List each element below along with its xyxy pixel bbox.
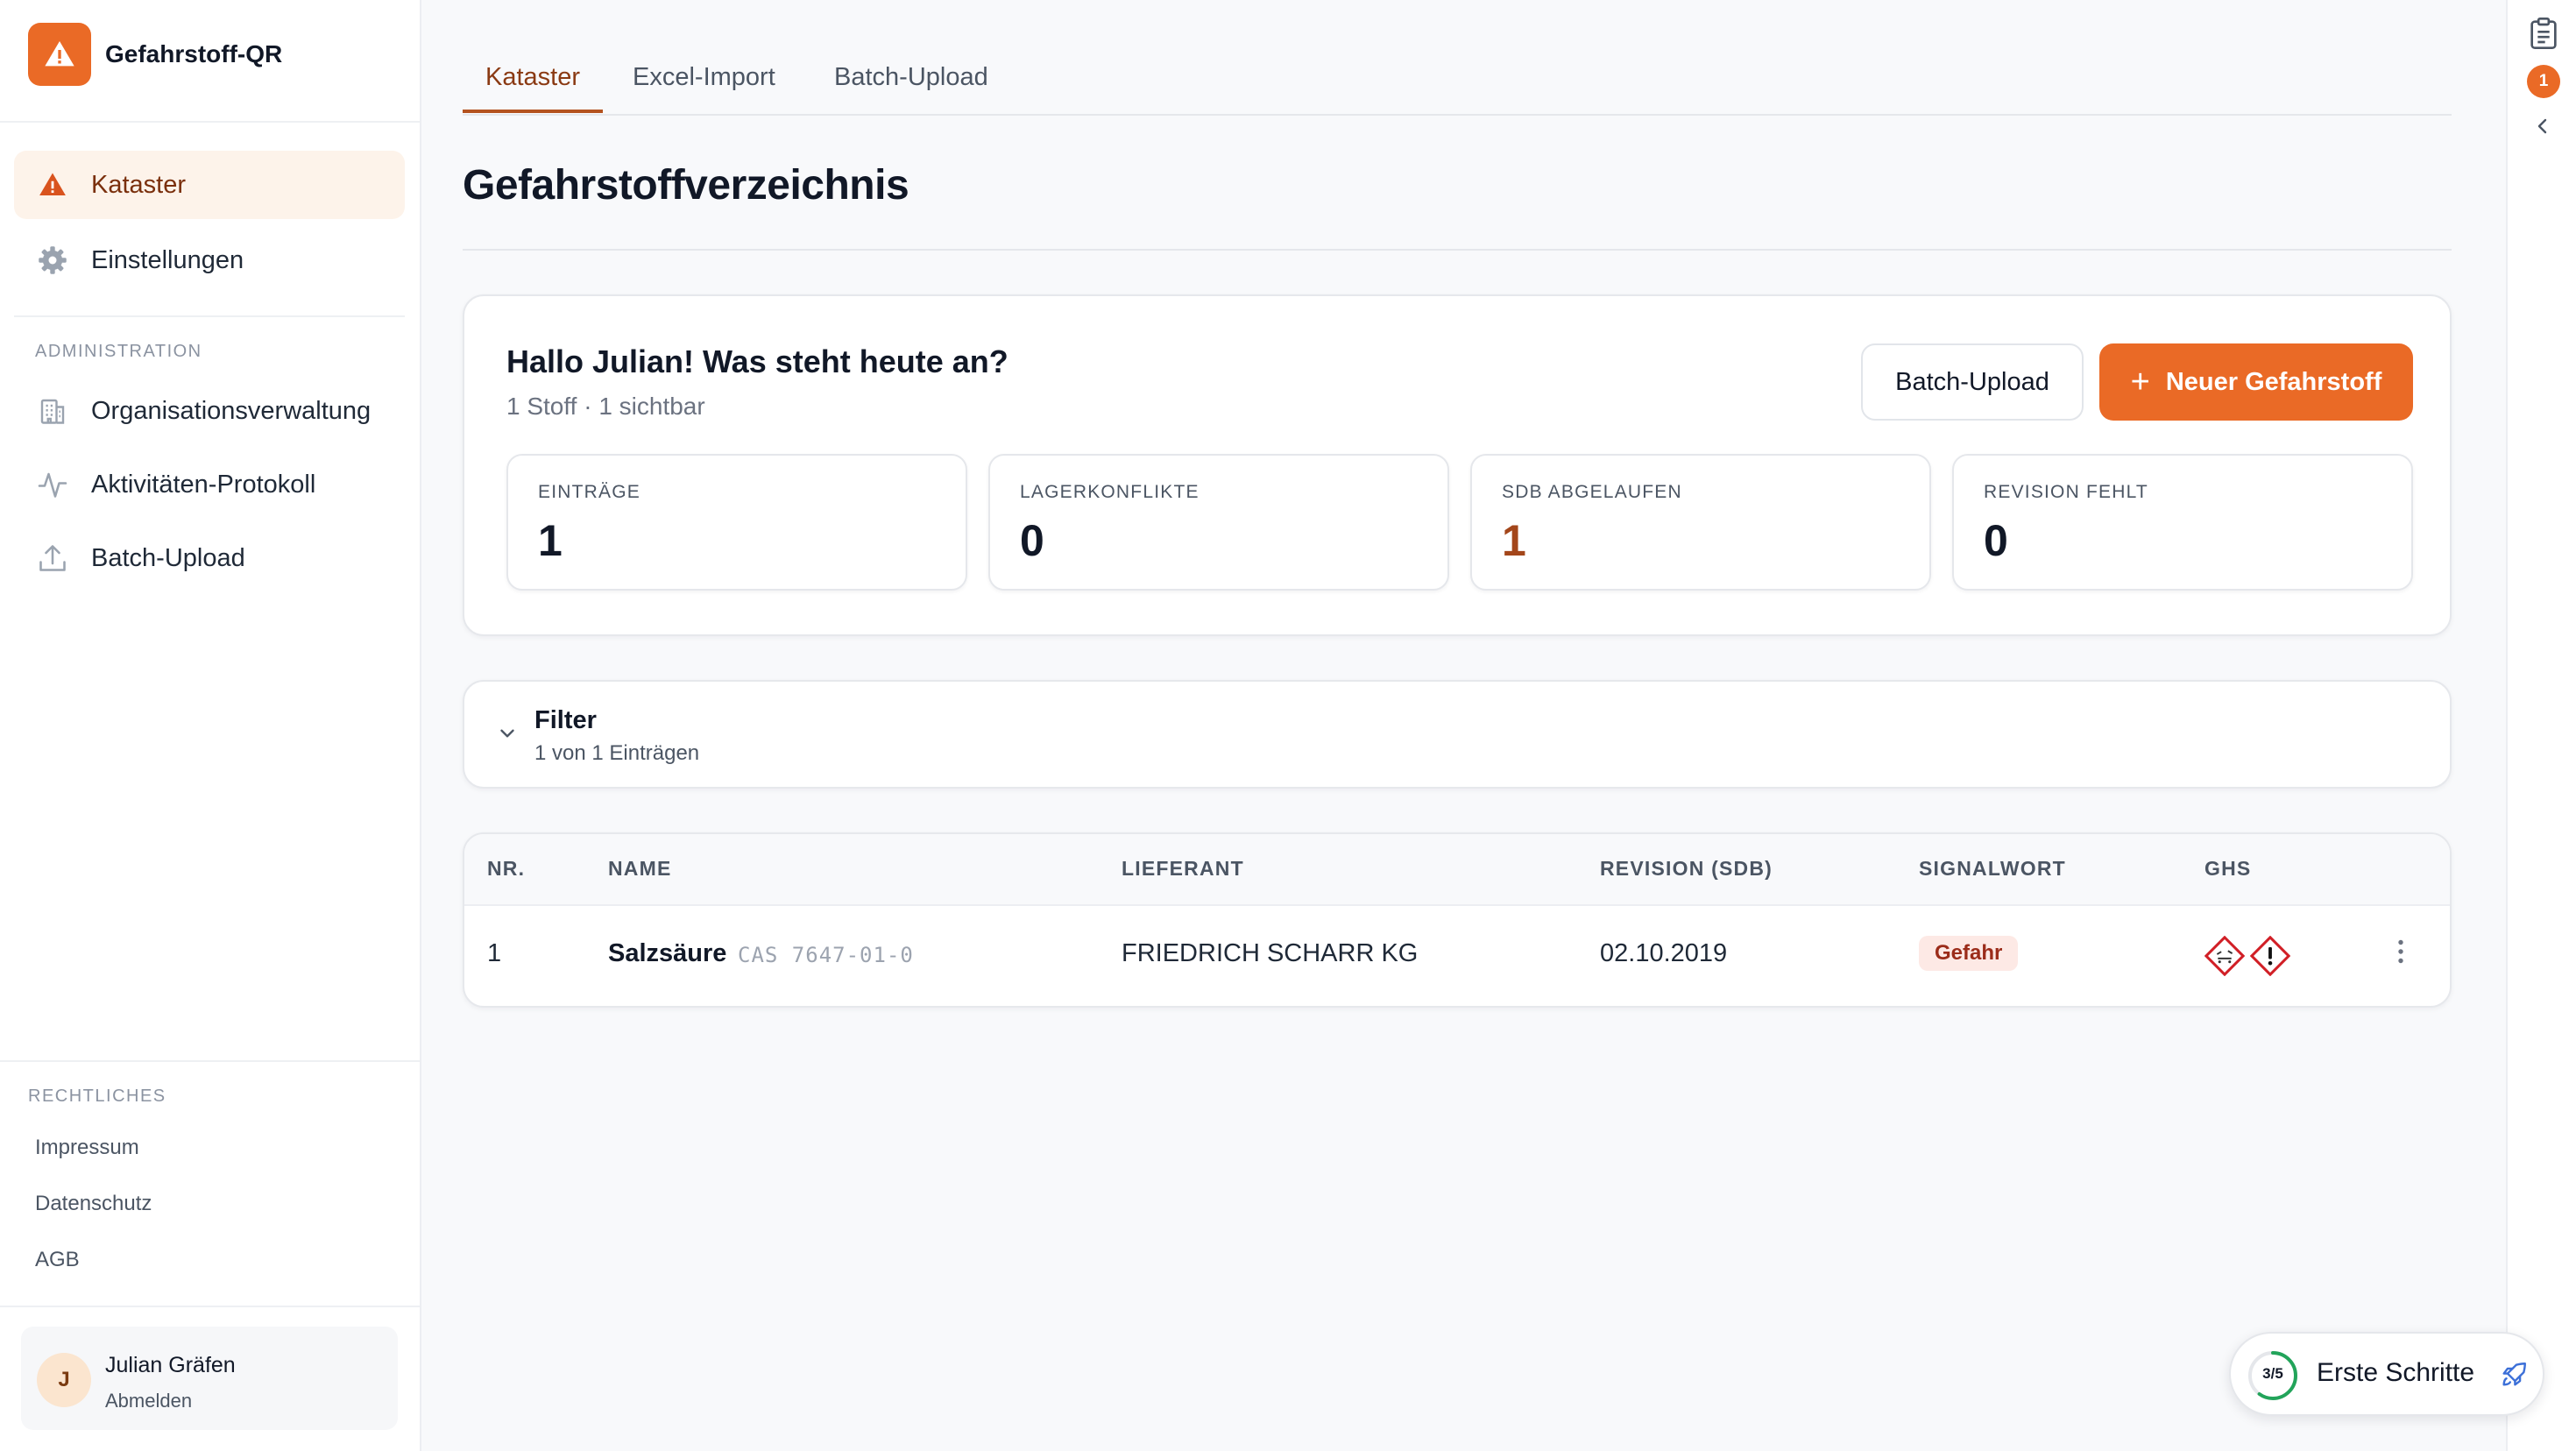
column-header-name[interactable]: NAME: [608, 857, 672, 881]
column-header-nr[interactable]: NR.: [487, 857, 525, 881]
cell-supplier: FRIEDRICH SCHARR KG: [1122, 939, 1419, 967]
upload-icon: [35, 541, 70, 576]
filter-count: 1 von 1 Einträgen: [534, 741, 700, 765]
right-rail: 1: [2506, 0, 2576, 1451]
sidebar-divider: [0, 1060, 420, 1062]
signal-word-badge: Gefahr: [1919, 936, 2019, 971]
sidebar: Gefahrstoff-QR Kataster Einstellungen AD…: [0, 0, 421, 1451]
chevron-down-icon: [496, 722, 519, 745]
tab-batch-upload[interactable]: Batch-Upload: [834, 63, 988, 110]
sidebar-item-label: Einstellungen: [91, 245, 244, 274]
activity-icon: [35, 467, 70, 502]
button-label: Neuer Gefahrstoff: [2165, 367, 2382, 396]
building-icon: [35, 393, 70, 428]
column-header-revision[interactable]: REVISION (SDB): [1600, 857, 1773, 881]
stat-card-sdb-abgelaufen: SDB ABGELAUFEN 1: [1470, 454, 1931, 591]
agb-link[interactable]: AGB: [35, 1248, 80, 1272]
greeting-heading: Hallo Julian! Was steht heute an?: [506, 343, 1008, 379]
cell-nr: 1: [487, 939, 502, 967]
clipboard-icon[interactable]: [2529, 16, 2558, 55]
sidebar-divider: [0, 1306, 420, 1307]
page-title: Gefahrstoffverzeichnis: [463, 162, 909, 209]
column-header-lieferant[interactable]: LIEFERANT: [1122, 857, 1244, 881]
app-name: Gefahrstoff-QR: [105, 40, 283, 67]
progress-count: 3/5: [2262, 1365, 2283, 1382]
batch-upload-button[interactable]: Batch-Upload: [1861, 343, 2084, 421]
stat-value: 0: [1020, 516, 1044, 565]
stat-value: 1: [1502, 516, 1526, 565]
stat-label: EINTRÄGE: [538, 482, 640, 502]
sidebar-item-batch-upload[interactable]: Batch-Upload: [14, 524, 405, 592]
tab-bar: Kataster Excel-Import Batch-Upload: [463, 56, 2452, 116]
stat-card-eintraege: EINTRÄGE 1: [506, 454, 967, 591]
sidebar-item-organisationsverwaltung[interactable]: Organisationsverwaltung: [14, 377, 405, 445]
plus-icon: +: [2130, 364, 2150, 400]
user-name: Julian Gräfen: [105, 1353, 236, 1377]
datenschutz-link[interactable]: Datenschutz: [35, 1192, 152, 1216]
warning-triangle-icon: [35, 167, 70, 202]
column-header-signalwort[interactable]: SIGNALWORT: [1919, 857, 2066, 881]
impressum-link[interactable]: Impressum: [35, 1136, 139, 1160]
stat-label: SDB ABGELAUFEN: [1502, 482, 1682, 502]
cell-cas-number: CAS 7647-01-0: [738, 943, 914, 967]
sidebar-item-einstellungen[interactable]: Einstellungen: [14, 226, 405, 294]
tab-kataster[interactable]: Kataster: [463, 63, 603, 113]
gear-icon: [35, 243, 70, 278]
user-card: J Julian Gräfen Abmelden: [21, 1327, 398, 1430]
legal-section-heading: RECHTLICHES: [28, 1086, 166, 1106]
onboarding-label: Erste Schritte: [2317, 1358, 2475, 1387]
admin-section-heading: ADMINISTRATION: [35, 342, 202, 361]
title-divider: [463, 249, 2452, 251]
button-label: Batch-Upload: [1895, 367, 2049, 396]
sidebar-divider: [14, 315, 405, 317]
filter-panel-toggle[interactable]: Filter 1 von 1 Einträgen: [463, 680, 2452, 789]
cell-revision-date: 02.10.2019: [1600, 939, 1728, 967]
sidebar-item-label: Kataster: [91, 170, 186, 199]
warning-triangle-icon: [28, 23, 91, 86]
rocket-icon: [2499, 1360, 2529, 1394]
sidebar-item-aktivitaeten-protokoll[interactable]: Aktivitäten-Protokoll: [14, 450, 405, 519]
filter-title: Filter: [534, 706, 597, 734]
greeting-subtitle: 1 Stoff · 1 sichtbar: [506, 393, 705, 420]
ghs07-exclamation-icon: [2249, 935, 2291, 977]
summary-card: Hallo Julian! Was steht heute an? 1 Stof…: [463, 294, 2452, 636]
stat-card-lagerkonflikte: LAGERKONFLIKTE 0: [988, 454, 1449, 591]
sidebar-item-label: Organisationsverwaltung: [91, 396, 372, 425]
sidebar-item-label: Batch-Upload: [91, 543, 245, 572]
brand[interactable]: Gefahrstoff-QR: [28, 23, 282, 86]
tab-excel-import[interactable]: Excel-Import: [633, 63, 775, 110]
stat-value: 0: [1984, 516, 2008, 565]
stat-label: REVISION FEHLT: [1984, 482, 2148, 502]
table-header: NR. NAME LIEFERANT REVISION (SDB) SIGNAL…: [464, 834, 2450, 906]
ghs05-corrosive-icon: [2204, 935, 2246, 977]
sidebar-item-kataster[interactable]: Kataster: [14, 151, 405, 219]
notification-badge[interactable]: 1: [2527, 65, 2560, 98]
onboarding-button[interactable]: 3/5 Erste Schritte: [2229, 1332, 2544, 1416]
chevron-left-icon[interactable]: [2532, 114, 2553, 143]
stat-card-revision-fehlt: REVISION FEHLT 0: [1952, 454, 2413, 591]
substance-table: NR. NAME LIEFERANT REVISION (SDB) SIGNAL…: [463, 832, 2452, 1008]
stat-label: LAGERKONFLIKTE: [1020, 482, 1200, 502]
column-header-ghs[interactable]: GHS: [2204, 857, 2251, 881]
logout-link[interactable]: Abmelden: [105, 1390, 192, 1412]
cell-name[interactable]: Salzsäure: [608, 939, 726, 968]
row-actions-icon[interactable]: [2392, 936, 2410, 967]
avatar: J: [37, 1353, 91, 1407]
stat-value: 1: [538, 516, 563, 565]
sidebar-item-label: Aktivitäten-Protokoll: [91, 470, 316, 499]
sidebar-divider: [0, 121, 420, 123]
new-hazard-substance-button[interactable]: + Neuer Gefahrstoff: [2099, 343, 2413, 421]
